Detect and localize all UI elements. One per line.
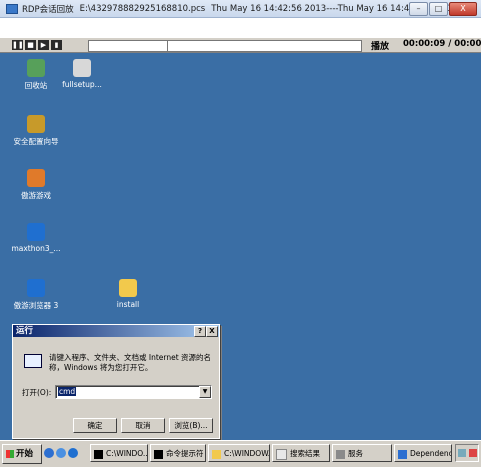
desktop-icon-fullsetup[interactable]: fullsetup... [52, 59, 112, 89]
desktop-icon-maxthon-browser[interactable]: 傲游浏览器 3 [6, 279, 66, 311]
playback-time: 00:00:09 / 00:00:31 [403, 39, 481, 49]
window-file-path: E:\432978882925168810.pcs [79, 3, 206, 14]
desktop-icon-maxthon-game[interactable]: 傲游游戏 [6, 169, 66, 201]
tray-app-icon[interactable] [469, 449, 477, 457]
run-icon [24, 354, 42, 368]
run-dialog: 运行 ? X 请键入程序、文件夹、文档或 Internet 资源的名称，Wind… [12, 324, 220, 439]
open-combobox[interactable]: cmd ▼ [55, 385, 212, 399]
taskbar-item-services[interactable]: 服务 [332, 444, 392, 462]
app-icon [6, 3, 18, 14]
folder-icon [119, 279, 137, 297]
chevron-down-icon[interactable]: ▼ [199, 386, 211, 398]
playback-state: 播放 [371, 42, 390, 52]
network-icon[interactable] [458, 449, 466, 457]
system-tray [455, 444, 479, 462]
maxthon-quicklaunch-icon[interactable] [56, 448, 66, 458]
maxthon-game-icon [27, 169, 45, 187]
desktop-icon-maxthon3[interactable]: maxthon3_... [6, 223, 66, 253]
desktop-icon-security-wizard[interactable]: 安全配置向导 [6, 115, 66, 147]
search-icon [276, 448, 287, 460]
windows-flag-icon [6, 449, 14, 458]
help-button[interactable]: ? [194, 326, 206, 337]
window-title: RDP会话回放 [22, 4, 74, 15]
ie-icon[interactable] [44, 448, 54, 458]
desktop-quicklaunch-icon[interactable] [68, 448, 78, 458]
taskbar-item-cmd-prompt[interactable]: 命令提示符 [150, 444, 206, 462]
browse-button[interactable]: 浏览(B)... [169, 418, 213, 433]
pause-icon[interactable]: ❚❚ [12, 40, 24, 50]
recycle-bin-icon [27, 59, 45, 77]
ok-button[interactable]: 确定 [73, 418, 117, 433]
taskbar: 开始 C:\WINDO... 命令提示符 C:\WINDOW... 搜索结果 服… [0, 440, 481, 467]
run-dialog-titlebar: 运行 ? X [13, 325, 219, 337]
maxthon-browser-icon [27, 279, 45, 297]
run-description: 请键入程序、文件夹、文档或 Internet 资源的名称，Windows 将为您… [49, 353, 212, 372]
forward-icon[interactable]: ▶ [38, 40, 49, 50]
playback-slider[interactable] [88, 40, 362, 52]
window-titlebar: RDP会话回放 E:\432978882925168810.pcs Thu Ma… [0, 0, 481, 18]
maximize-button[interactable]: □ [429, 2, 448, 16]
taskbar-item-dependency[interactable]: Dependenc... [394, 444, 452, 462]
security-wizard-icon [27, 115, 45, 133]
installer-icon [73, 59, 91, 77]
player-controls: ❚❚ ■ ▶ ▮ 播放 00:00:09 / 00:00:31 [0, 38, 481, 53]
taskbar-item-explorer[interactable]: C:\WINDOW... [208, 444, 270, 462]
maxthon-icon [27, 223, 45, 241]
minimize-button[interactable]: – [409, 2, 428, 16]
services-icon [336, 449, 345, 459]
run-dialog-close-button[interactable]: X [206, 326, 218, 337]
open-label: 打开(O): [22, 388, 52, 397]
cancel-button[interactable]: 取消 [121, 418, 165, 433]
start-button[interactable]: 开始 [2, 444, 42, 464]
console-icon [94, 449, 103, 459]
open-input-value[interactable]: cmd [58, 387, 77, 396]
app-icon [398, 449, 407, 459]
folder-icon [212, 449, 221, 459]
run-dialog-title: 运行 [16, 326, 34, 336]
taskbar-item-cmd-window[interactable]: C:\WINDO... [90, 444, 148, 462]
close-button[interactable]: X [449, 2, 477, 16]
stop-icon[interactable]: ■ [25, 40, 36, 50]
taskbar-item-search-results[interactable]: 搜索结果 [272, 444, 330, 462]
console-icon [154, 449, 163, 459]
desktop-icon-install[interactable]: install [98, 279, 158, 309]
end-icon[interactable]: ▮ [51, 40, 62, 50]
